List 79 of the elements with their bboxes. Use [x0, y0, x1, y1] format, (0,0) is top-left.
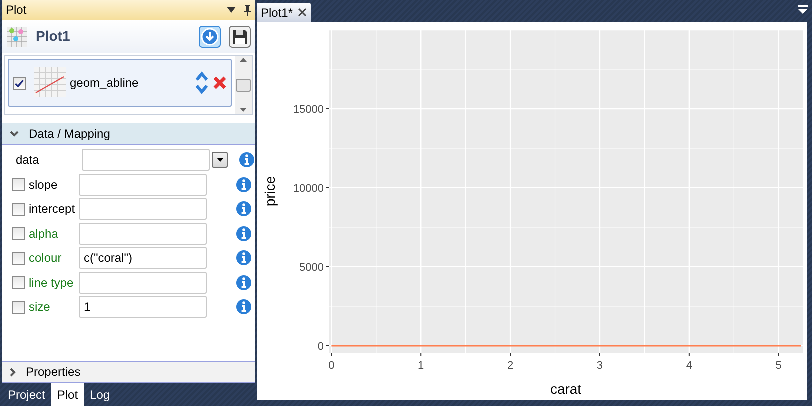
input-field[interactable]: [79, 272, 207, 294]
panel-title: Plot: [6, 2, 28, 19]
param-label: alpha: [29, 226, 60, 243]
chevron-icon[interactable]: [10, 130, 19, 136]
checkbox[interactable]: [13, 76, 26, 90]
tab[interactable]: Plot1*: [257, 3, 312, 22]
input-field[interactable]: 1: [79, 296, 207, 318]
info-icon[interactable]: [236, 250, 252, 266]
x-tick: [599, 352, 600, 356]
info-icon[interactable]: [236, 299, 252, 316]
section-header[interactable]: Data / Mapping: [2, 123, 255, 145]
x-tick-label: 0: [328, 360, 335, 372]
info-icon[interactable]: [236, 226, 252, 242]
param-label: data: [16, 152, 40, 170]
checkbox[interactable]: [12, 227, 25, 240]
x-tick-label: 4: [686, 360, 692, 372]
x-tick-label: 2: [508, 360, 514, 372]
checkbox[interactable]: [12, 178, 25, 192]
dropdown-icon[interactable]: [227, 7, 236, 13]
x-axis-title: carat: [550, 381, 582, 397]
checkbox[interactable]: [12, 252, 25, 265]
param-label: intercept: [29, 201, 76, 218]
y-tick-label: 5000: [300, 262, 324, 274]
dropdown-icon[interactable]: [798, 5, 808, 14]
y-tick-label: 0: [318, 340, 324, 353]
input-field[interactable]: [79, 198, 207, 220]
tab[interactable]: Log: [84, 383, 116, 406]
line-chart-icon: [34, 67, 66, 99]
param-label: colour: [29, 250, 63, 268]
scrollbar[interactable]: [235, 56, 252, 114]
layer-item[interactable]: geom_abline: [8, 59, 232, 107]
info-icon[interactable]: [236, 201, 252, 218]
delete-icon[interactable]: [213, 76, 227, 90]
param-label: size: [29, 299, 52, 316]
y-tick: [326, 187, 330, 188]
info-icon[interactable]: [236, 274, 252, 291]
y-axis-title: price: [262, 176, 278, 207]
y-tick: [326, 108, 330, 110]
input-field[interactable]: c("coral"): [79, 247, 207, 270]
plot-name: Plot1: [36, 27, 72, 46]
scroll-down-icon[interactable]: [240, 108, 247, 112]
checkbox[interactable]: [12, 276, 25, 290]
caret-icon: [216, 158, 224, 162]
y-tick: [326, 266, 330, 268]
pin-icon[interactable]: [244, 4, 251, 16]
x-tick-label: 3: [596, 360, 604, 372]
info-icon[interactable]: [236, 176, 252, 193]
plot-icon: [6, 26, 28, 48]
close-icon[interactable]: [298, 8, 308, 17]
param-label: slope: [29, 176, 59, 194]
x-tick: [331, 352, 332, 356]
x-tick-label: 1: [418, 360, 424, 372]
x-tick: [778, 352, 780, 356]
y-tick-label: 10000: [293, 182, 324, 195]
x-tick: [510, 352, 512, 356]
input-field[interactable]: [82, 149, 210, 172]
layer-name: geom_abline: [70, 75, 140, 92]
y-tick-label: 15000: [293, 104, 324, 116]
section-header[interactable]: Properties: [2, 361, 255, 383]
input-field[interactable]: [79, 174, 207, 196]
x-tick-label: 5: [776, 360, 782, 372]
chevron-icon[interactable]: [10, 368, 16, 376]
save-icon[interactable]: [229, 26, 251, 48]
dropdown-button[interactable]: [212, 152, 228, 168]
x-tick: [688, 352, 690, 356]
checkbox[interactable]: [12, 300, 25, 314]
scroll-up-icon[interactable]: [240, 58, 247, 62]
section-title: Properties: [26, 364, 81, 381]
x-tick: [420, 352, 422, 356]
tab[interactable]: Project: [2, 383, 52, 406]
y-tick: [326, 345, 330, 346]
section-title: Data / Mapping: [29, 126, 110, 142]
checkbox[interactable]: [12, 202, 25, 216]
input-field[interactable]: [79, 222, 207, 245]
tab[interactable]: Plot: [51, 383, 84, 406]
move-arrows-icon[interactable]: [195, 71, 209, 95]
download-icon[interactable]: [199, 26, 221, 48]
info-icon[interactable]: [239, 152, 255, 168]
param-label: line type: [29, 274, 75, 292]
